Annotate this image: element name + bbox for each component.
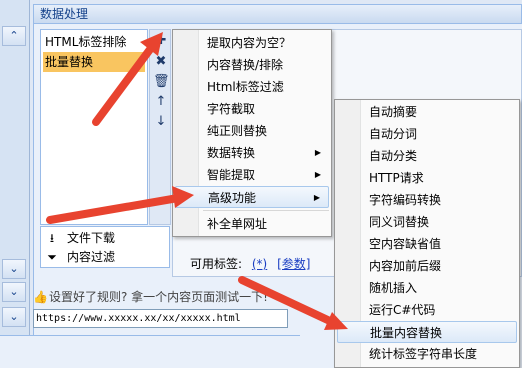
panel-title: 数据处理 — [33, 4, 522, 24]
rules-list: HTML标签排除 批量替换 — [40, 29, 148, 225]
menu-item-label: 批量内容替换 — [370, 326, 443, 340]
thumbs-up-icon: 👍 — [33, 290, 48, 304]
command-list: ⭳ 文件下载 ⏷ 内容过滤 — [40, 226, 170, 268]
menu-item-label: 内容加前后缀 — [369, 259, 442, 273]
menu-item-label: 数据转换 — [207, 146, 256, 160]
menu-item-replace[interactable]: 内容替换/排除 — [175, 54, 329, 76]
menu-item-label: 字符截取 — [207, 102, 256, 116]
menu-item-summary[interactable]: 自动摘要 — [337, 101, 517, 123]
submenu-arrow-icon: ▶ — [314, 170, 321, 179]
download-icon: ⭳ — [49, 231, 55, 245]
menu-item-string-length[interactable]: 统计标签字符串长度 — [337, 343, 517, 365]
menu-item-prefix-suffix[interactable]: 内容加前后缀 — [337, 255, 517, 277]
filter-icon: ⏷ — [47, 250, 57, 264]
menu-item-label: 自动分类 — [369, 149, 418, 163]
menu-item-http[interactable]: HTTP请求 — [337, 167, 517, 189]
tag-link[interactable]: [参数] — [277, 257, 310, 271]
menu-item-html-filter[interactable]: Html标签过滤 — [175, 76, 329, 98]
menu-item-default-value[interactable]: 空内容缺省值 — [337, 233, 517, 255]
menu-item-label: 空内容缺省值 — [369, 237, 442, 251]
menu-item-run-csharp[interactable]: 运行C#代码 — [337, 299, 517, 321]
delete-icon[interactable]: ✖ — [153, 54, 169, 70]
menu-item-random-insert[interactable]: 随机插入 — [337, 277, 517, 299]
menu-item-classify[interactable]: 自动分类 — [337, 145, 517, 167]
menu-item-substring[interactable]: 字符截取 — [175, 98, 329, 120]
chevron-up-icon[interactable]: ⌃ — [2, 26, 26, 46]
menu-item-advanced[interactable]: 高级功能 ▶ — [175, 186, 329, 208]
trash-icon[interactable]: 🗑 — [153, 74, 170, 90]
menu-item-label: 自动分词 — [369, 127, 418, 141]
advanced-submenu: 自动摘要 自动分词 自动分类 HTTP请求 字符编码转换 同义词替换 空内容缺省… — [334, 99, 520, 368]
menu-item-label: 智能提取 — [207, 168, 256, 182]
chevron-down-icon[interactable]: ⌄ — [2, 307, 26, 327]
left-strip: ⌃ ⌄ ⌄ ⌄ — [0, 0, 30, 368]
chevron-down-icon[interactable]: ⌄ — [2, 259, 26, 279]
available-tags-label: 可用标签: — [190, 257, 243, 271]
menu-item-label: 纯正则替换 — [207, 124, 268, 138]
filter-command[interactable]: ⏷ 内容过滤 — [45, 248, 115, 266]
menu-item-synonym[interactable]: 同义词替换 — [337, 211, 517, 233]
menu-item-segment[interactable]: 自动分词 — [337, 123, 517, 145]
menu-item-label: 同义词替换 — [369, 215, 430, 229]
menu-item-encoding[interactable]: 字符编码转换 — [337, 189, 517, 211]
menu-item-label: HTTP请求 — [369, 171, 424, 185]
menu-item-convert[interactable]: 数据转换 ▶ — [175, 142, 329, 164]
menu-item-batch-replace[interactable]: 批量内容替换 — [337, 321, 517, 343]
download-command[interactable]: ⭳ 文件下载 — [45, 229, 115, 247]
plus-icon[interactable]: ✚ — [153, 33, 169, 49]
menu-item-smart-extract[interactable]: 智能提取 ▶ — [175, 164, 329, 186]
move-up-icon[interactable]: ↑ — [153, 94, 169, 110]
command-label: 内容过滤 — [67, 250, 116, 264]
menu-item-label: 运行C#代码 — [369, 303, 436, 317]
menu-item-complete-url[interactable]: 补全单网址 — [175, 213, 329, 235]
submenu-arrow-icon: ▶ — [314, 148, 321, 157]
context-menu: 提取内容为空？ 内容替换/排除 Html标签过滤 字符截取 纯正则替换 数据转换… — [172, 29, 332, 237]
menu-item-label: Html标签过滤 — [207, 80, 284, 94]
list-item[interactable]: 批量替换 — [43, 52, 145, 72]
list-item[interactable]: HTML标签排除 — [43, 32, 145, 52]
menu-item-label: 高级功能 — [208, 191, 257, 205]
bottom-panel — [0, 335, 300, 368]
command-label: 文件下载 — [67, 231, 116, 245]
submenu-arrow-icon: ▶ — [313, 193, 320, 202]
url-input[interactable]: https://www.xxxxx.xx/xx/xxxxx.html — [33, 309, 288, 328]
menu-item-empty-check[interactable]: 提取内容为空？ — [175, 32, 329, 54]
test-tip: 👍设置好了规则? 拿一个内容页面测试一下! — [33, 288, 268, 305]
available-tags: 可用标签: (*) [参数] — [190, 255, 310, 272]
menu-item-label: 补全单网址 — [207, 217, 268, 231]
menu-item-label: 提取内容为空？ — [207, 36, 292, 50]
menu-item-label: 字符编码转换 — [369, 193, 442, 207]
menu-item-label: 自动摘要 — [369, 105, 418, 119]
menu-item-label: 统计标签字符串长度 — [369, 347, 478, 361]
list-toolbar: ✚ ✖ 🗑 ↑ ↓ — [149, 29, 171, 225]
menu-separator — [203, 210, 329, 211]
tag-link[interactable]: (*) — [252, 257, 267, 271]
chevron-down-icon[interactable]: ⌄ — [2, 282, 26, 302]
tip-text: 设置好了规则? 拿一个内容页面测试一下! — [49, 290, 268, 304]
menu-item-label: 内容替换/排除 — [207, 58, 284, 72]
menu-item-regex[interactable]: 纯正则替换 — [175, 120, 329, 142]
menu-item-label: 随机插入 — [369, 281, 418, 295]
move-down-icon[interactable]: ↓ — [153, 114, 169, 130]
